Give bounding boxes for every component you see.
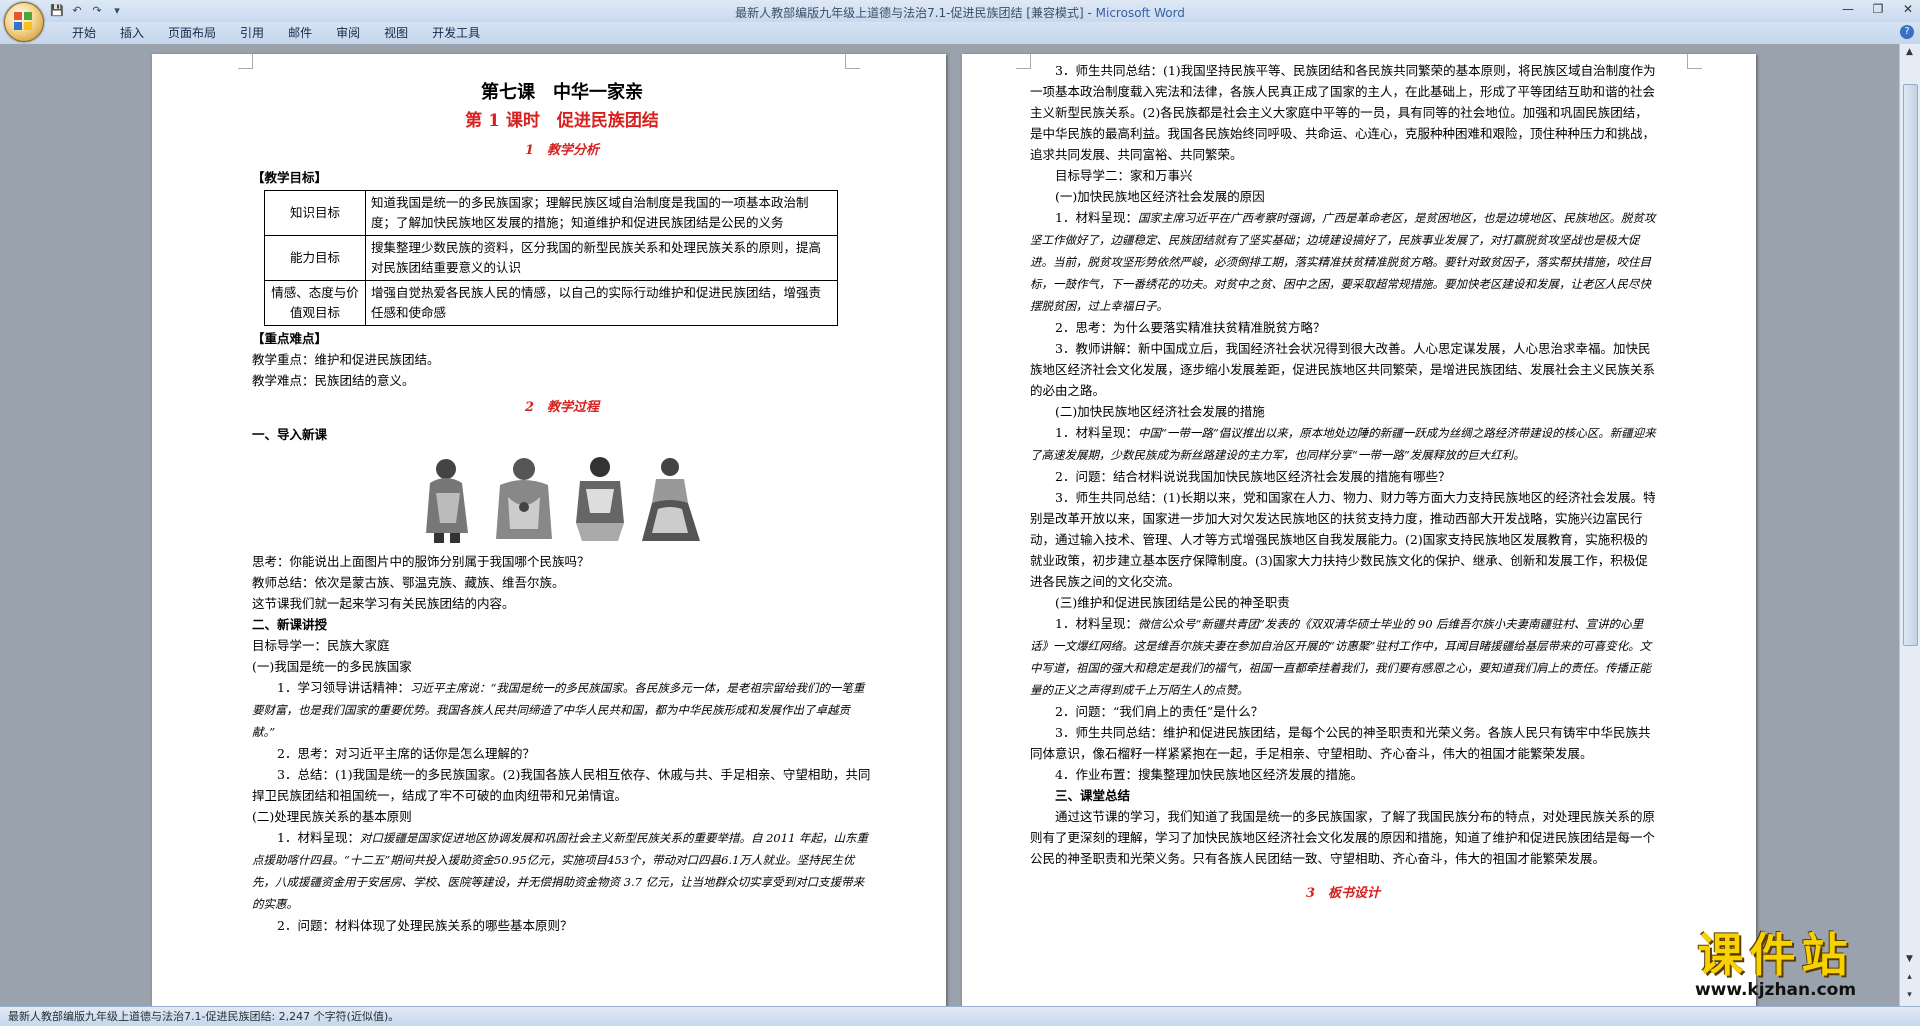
page-right[interactable]: 3．师生共同总结：(1)我国坚持民族平等、民族团结和各民族共同繁荣的基本原则，将… [962, 54, 1756, 1006]
crop-mark [1687, 54, 1702, 69]
paragraph: 3．师生共同总结：(1)我国坚持民族平等、民族团结和各民族共同繁荣的基本原则，将… [1030, 63, 1656, 162]
table-row: 能力目标 搜集整理少数民族的资料，区分我国的新型民族关系和处理民族关系的原则，提… [264, 235, 838, 281]
window-title: 最新人教部编版九年级上道德与法治7.1-促进民族团结 [兼容模式] - Micr… [735, 6, 1185, 20]
table-cell: 情感、态度与价值观目标 [264, 280, 366, 326]
ribbon-tab[interactable]: 引用 [228, 25, 276, 41]
title-bar: 💾 ↶ ↷ ▾ 最新人教部编版九年级上道德与法治7.1-促进民族团结 [兼容模式… [0, 0, 1920, 42]
paragraph: (一)加快民族地区经济社会发展的原因 [1055, 189, 1265, 204]
table-row: 知识目标 知道我国是统一的多民族国家；理解民族区域自治制度是我国的一项基本政治制… [264, 190, 838, 236]
ribbon-tab[interactable]: 视图 [372, 25, 420, 41]
scroll-down-icon[interactable]: ▼ [1903, 953, 1916, 966]
next-page-icon[interactable]: ▾ [1903, 989, 1916, 1002]
costume-image [416, 453, 486, 545]
lesson-title: 第七课 中华一家亲 [481, 82, 643, 103]
part-heading: 一、导入新课 [252, 427, 328, 442]
section-heading: 3 板书设计 [1305, 886, 1381, 901]
office-logo-icon [14, 12, 34, 32]
paragraph: 教师总结：依次是蒙古族、鄂温克族、藏族、维吾尔族。 [252, 575, 565, 590]
ribbon-tab[interactable]: 插入 [108, 25, 156, 41]
ribbon-tab[interactable]: 审阅 [324, 25, 372, 41]
window-controls: — ❐ ✕ [1840, 2, 1916, 16]
close-icon[interactable]: ✕ [1900, 2, 1916, 16]
table-row: 情感、态度与价值观目标 增强自觉热爱各民族人民的情感，以自己的实际行动维护和促进… [264, 280, 838, 326]
paragraph: 1．材料呈现：国家主席习近平在广西考察时强调，广西是革命老区，是贫困地区，也是边… [1030, 210, 1656, 313]
document-area: 第七课 中华一家亲 第 1 课时 促进民族团结 1 教学分析 【教学目标】 知识… [0, 44, 1900, 1006]
status-text: 最新人教部编版九年级上道德与法治7.1-促进民族团结: 2,247 个字符(近似… [8, 1010, 400, 1023]
paragraph: 2．问题：材料体现了处理民族关系的哪些基本原则？ [277, 918, 573, 933]
paragraph: 目标导学二：家和万事兴 [1055, 168, 1193, 183]
paragraph: 2．思考：为什么要落实精准扶贫精准脱贫方略？ [1055, 320, 1326, 335]
crop-mark [238, 54, 253, 69]
vertical-scrollbar[interactable]: ▲ ▼ ▴ ▾ [1899, 44, 1920, 1006]
costume-image [638, 453, 708, 545]
paragraph: 这节课我们就一起来学习有关民族团结的内容。 [252, 596, 515, 611]
lesson-subtitle: 第 1 课时 促进民族团结 [465, 111, 659, 131]
paragraph: 4．作业布置：搜集整理加快民族地区经济发展的措施。 [1055, 767, 1363, 782]
goals-heading: 【教学目标】 [252, 170, 328, 185]
paragraph: (三)维护和促进民族团结是公民的神圣职责 [1055, 595, 1290, 610]
paragraph: 2．思考：对习近平主席的话你是怎么理解的？ [277, 746, 535, 761]
ribbon-tab-bar: 开始 插入 页面布局 引用 邮件 审阅 视图 开发工具 ? [0, 22, 1920, 45]
paragraph: 2．问题：“我们肩上的责任”是什么？ [1055, 704, 1264, 719]
paragraph: (二)加快民族地区经济社会发展的措施 [1055, 404, 1265, 419]
paragraph: 3．师生共同总结：(1)长期以来，党和国家在人力、物力、财力等方面大力支持民族地… [1030, 490, 1656, 589]
part-heading: 二、新课讲授 [252, 617, 328, 632]
section-heading: 2 教学过程 [524, 400, 600, 415]
scrollbar-thumb[interactable] [1903, 84, 1918, 646]
difficulty-heading: 【重点难点】 [252, 331, 328, 346]
paragraph: (二)处理民族关系的基本原则 [252, 809, 412, 824]
ribbon-tab[interactable]: 开发工具 [420, 25, 492, 41]
table-cell: 增强自觉热爱各民族人民的情感，以自己的实际行动维护和促进民族团结，增强责任感和使… [365, 280, 838, 326]
goals-table: 知识目标 知道我国是统一的多民族国家；理解民族区域自治制度是我国的一项基本政治制… [264, 190, 838, 326]
paragraph: 1．材料呈现：中国“一带一路”倡议推出以来，原本地处边陲的新疆一跃成为丝绸之路经… [1030, 425, 1656, 462]
table-cell: 知识目标 [264, 190, 366, 236]
paragraph: 3．教师讲解：新中国成立后，我国经济社会状况得到很大改善。人心思定谋发展，人心思… [1030, 341, 1656, 398]
paragraph: 目标导学一：民族大家庭 [252, 638, 390, 653]
costume-image [564, 453, 634, 545]
key-point: 教学重点：维护和促进民族团结。 [252, 352, 440, 367]
paragraph: 1．材料呈现：对口援疆是国家促进地区协调发展和巩固社会主义新型民族关系的重要举措… [252, 830, 869, 911]
restore-icon[interactable]: ❐ [1870, 2, 1886, 16]
paragraph: 3．师生共同总结：维护和促进民族团结，是每个公民的神圣职责和光荣义务。各族人民只… [1030, 725, 1651, 761]
minimize-icon[interactable]: — [1840, 2, 1856, 16]
hard-point: 教学难点：民族团结的意义。 [252, 373, 415, 388]
office-button[interactable] [4, 2, 44, 42]
paragraph: 1．材料呈现：微信公众号“新疆共青团”发表的《双双清华硕士毕业的 90 后维吾尔… [1030, 616, 1652, 697]
scroll-up-icon[interactable]: ▲ [1903, 46, 1916, 59]
ethnic-costume-images [252, 453, 872, 545]
page-left[interactable]: 第七课 中华一家亲 第 1 课时 促进民族团结 1 教学分析 【教学目标】 知识… [152, 54, 946, 1006]
part-heading: 三、课堂总结 [1055, 788, 1131, 803]
crop-mark [1016, 54, 1031, 69]
paragraph: (一)我国是统一的多民族国家 [252, 659, 412, 674]
status-bar: 最新人教部编版九年级上道德与法治7.1-促进民族团结: 2,247 个字符(近似… [0, 1006, 1920, 1026]
help-icon[interactable]: ? [1900, 25, 1914, 39]
table-cell: 能力目标 [264, 235, 366, 281]
prev-page-icon[interactable]: ▴ [1903, 971, 1916, 984]
watermark-logo: 课件站 www.kjzhan.com [1694, 928, 1857, 1000]
paragraph: 思考：你能说出上面图片中的服饰分别属于我国哪个民族吗？ [252, 554, 590, 569]
table-cell: 搜集整理少数民族的资料，区分我国的新型民族关系和处理民族关系的原则，提高对民族团… [365, 235, 838, 281]
table-cell: 知道我国是统一的多民族国家；理解民族区域自治制度是我国的一项基本政治制度；了解加… [365, 190, 838, 236]
ribbon-tab[interactable]: 页面布局 [156, 25, 228, 41]
ribbon-tab[interactable]: 开始 [60, 25, 108, 41]
paragraph: 1．学习领导讲话精神：习近平主席说：“我国是统一的多民族国家。各民族多元一体，是… [252, 680, 865, 739]
paragraph: 2．问题：结合材料说说我国加快民族地区经济社会发展的措施有哪些？ [1055, 469, 1451, 484]
paragraph: 3．总结：(1)我国是统一的多民族国家。(2)我国各族人民相互依存、休戚与共、手… [252, 767, 871, 803]
paragraph: 通过这节课的学习，我们知道了我国是统一的多民族国家，了解了我国民族分布的特点，对… [1030, 809, 1656, 866]
section-heading: 1 教学分析 [524, 143, 600, 158]
ribbon-tab[interactable]: 邮件 [276, 25, 324, 41]
costume-image [490, 453, 560, 545]
